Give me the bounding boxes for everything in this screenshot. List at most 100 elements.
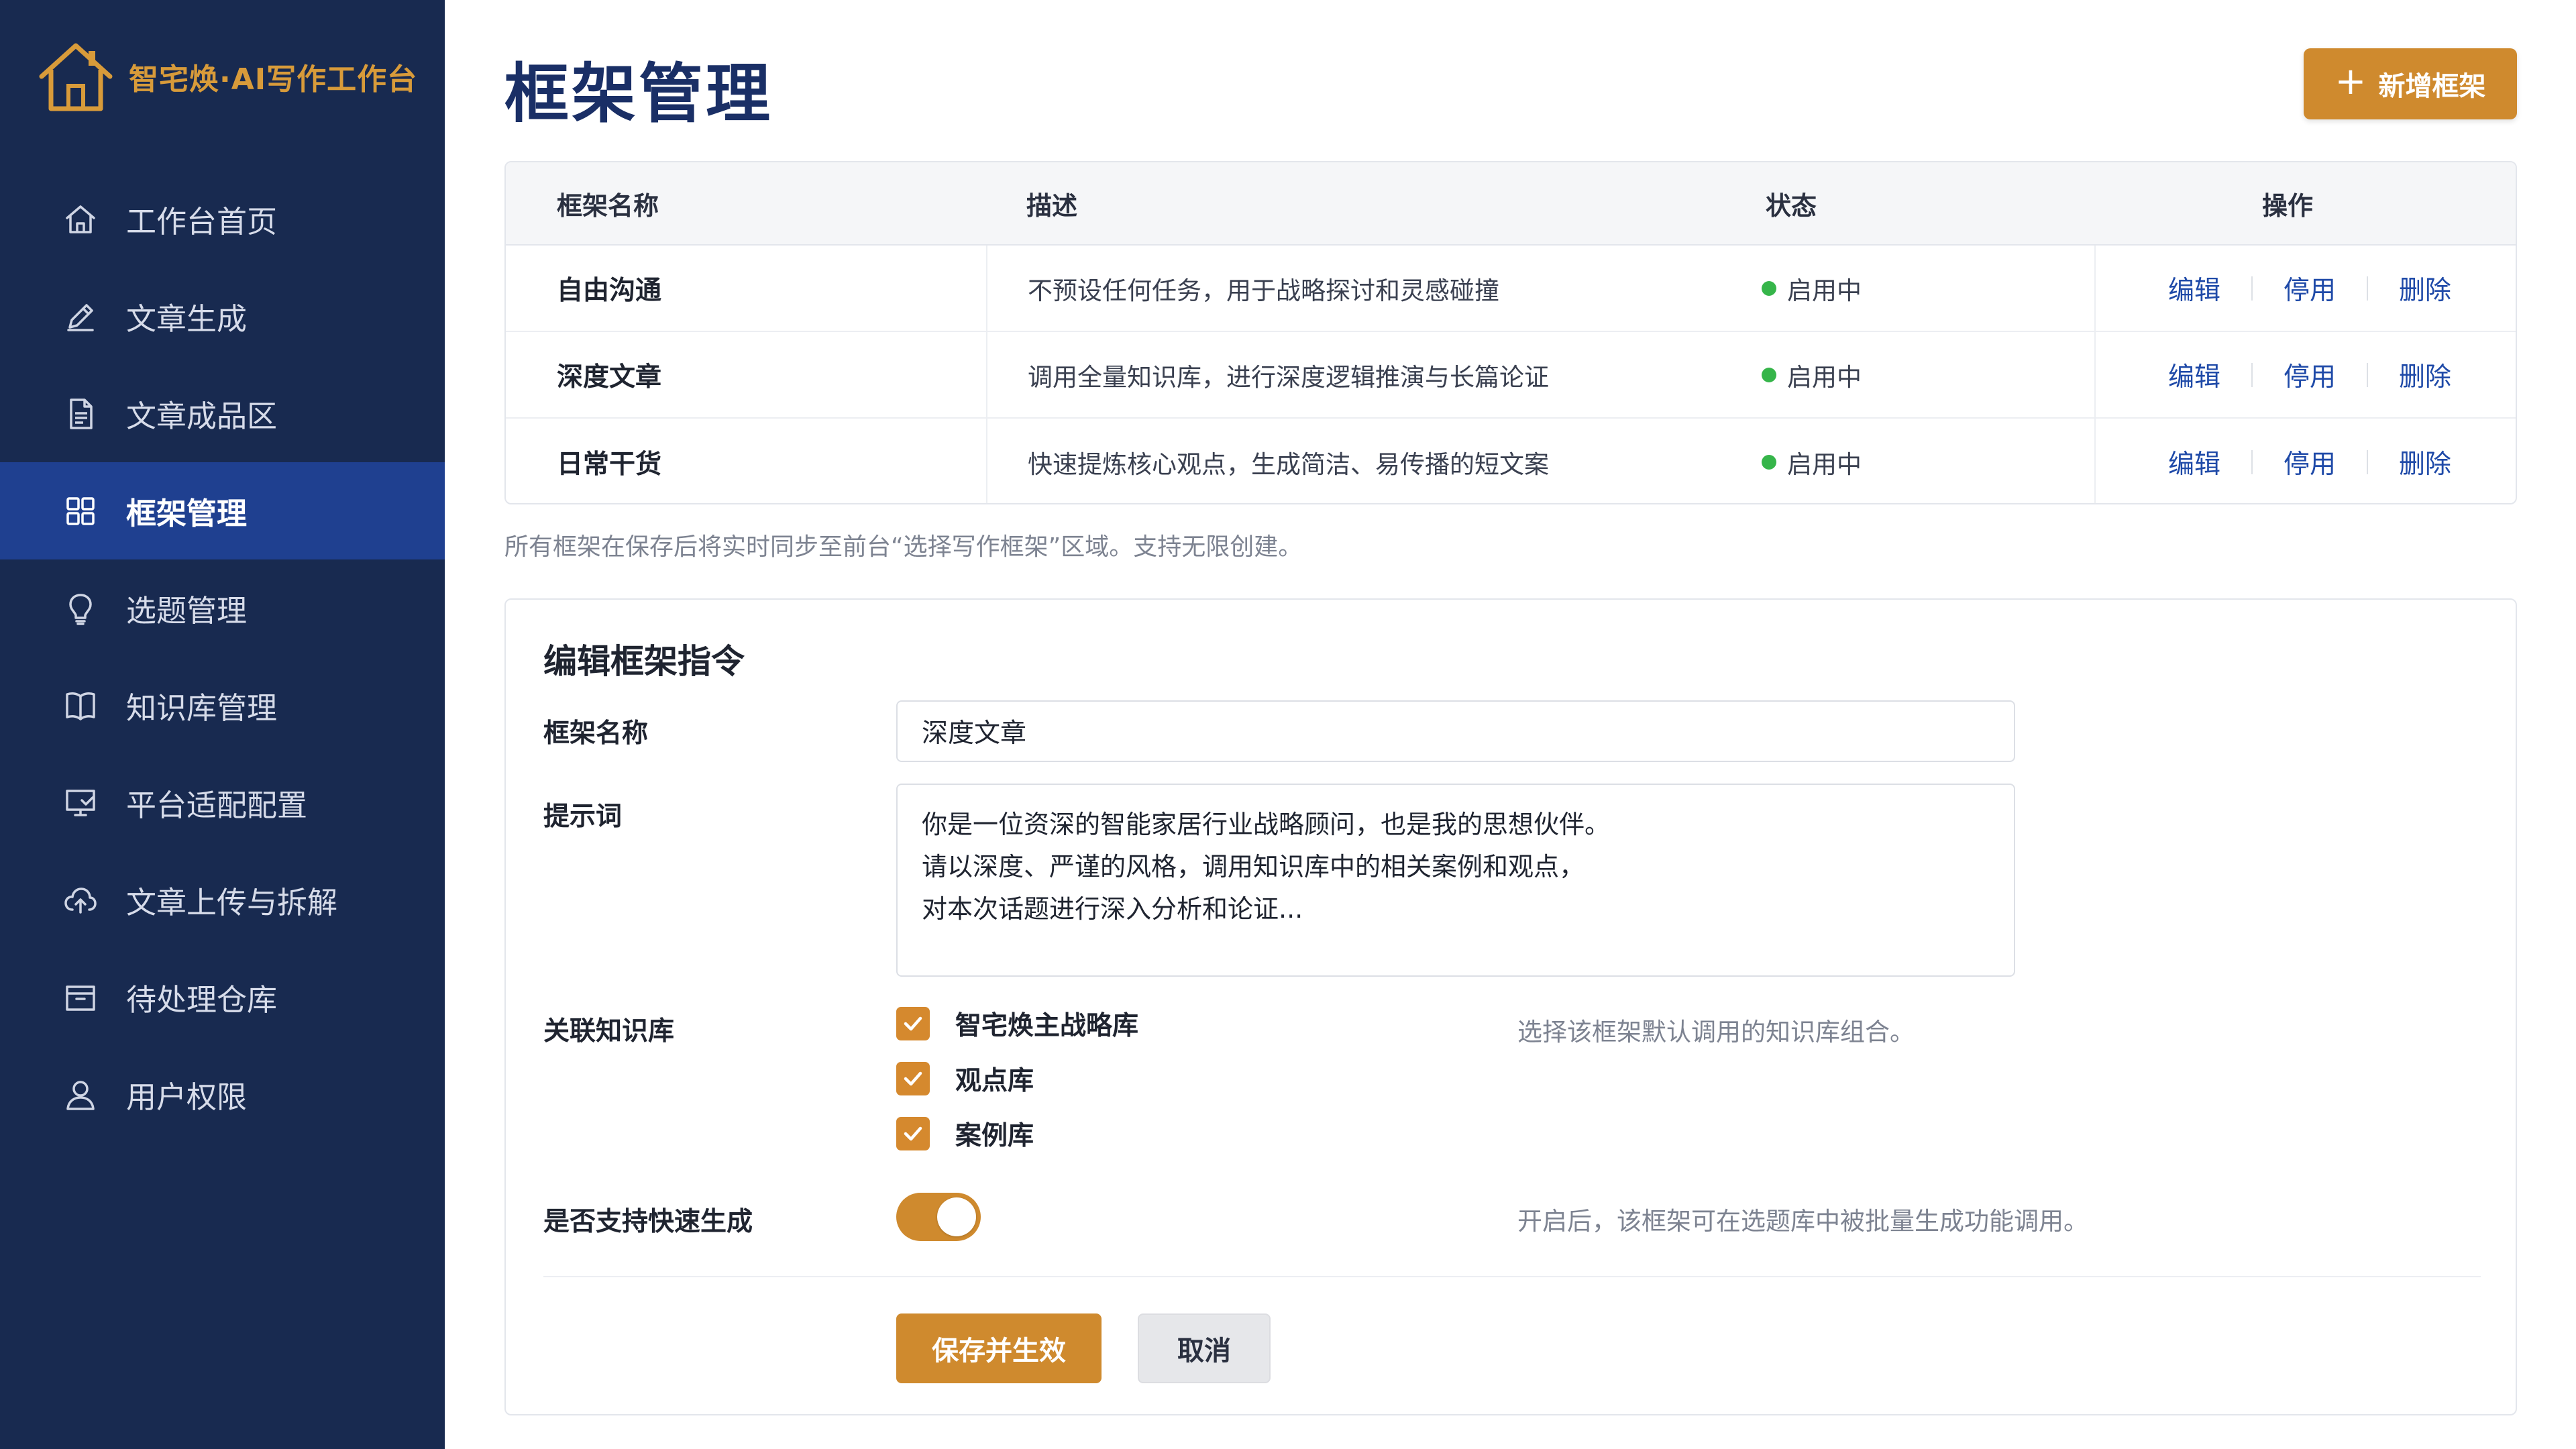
sidebar-item-label: 待处理仓库 — [126, 982, 278, 1018]
sidebar-item-label: 文章上传与拆解 — [126, 885, 338, 920]
fast-gen-hint: 开启后，该框架可在选题库中被批量生成功能调用。 — [1517, 1207, 2088, 1236]
framework-desc: 快速提炼核心观点，生成简洁、易传播的短文案 — [986, 419, 1762, 503]
save-button[interactable]: 保存并生效 — [896, 1313, 1102, 1383]
name-field-label: 框架名称 — [543, 718, 649, 749]
checkbox-label: 观点库 — [955, 1066, 1034, 1096]
sidebar-item-label: 工作台首页 — [126, 204, 278, 239]
checkbox-label: 智宅焕主战略库 — [955, 1011, 1139, 1041]
column-header-name: 框架名称 — [557, 191, 659, 221]
kb-checkbox-strategy[interactable]: 智宅焕主战略库 — [896, 1005, 1138, 1042]
row-actions: 编辑 停用 删除 — [2094, 246, 2516, 331]
edit-link[interactable]: 编辑 — [2168, 356, 2220, 394]
checkbox-checked-icon — [896, 1062, 930, 1095]
kb-checkbox-viewpoints[interactable]: 观点库 — [896, 1060, 1034, 1097]
prompt-line: 请以深度、严谨的风格，调用知识库中的相关案例和观点， — [922, 852, 1585, 881]
kb-hint: 选择该框架默认调用的知识库组合。 — [1517, 1018, 1915, 1046]
divider — [2367, 362, 2369, 387]
home-icon — [62, 201, 99, 238]
sidebar-nav: 工作台首页 文章生成 文章成品区 框架管理 选题管理 知识库管理 平台适配配置 … — [0, 170, 445, 1143]
framework-name: 日常干货 — [557, 449, 662, 480]
checkbox-checked-icon — [896, 1117, 930, 1150]
sidebar-item-pending[interactable]: 待处理仓库 — [0, 949, 445, 1046]
status-badge: 启用中 — [1762, 444, 2094, 480]
edit-link[interactable]: 编辑 — [2168, 443, 2220, 481]
status-badge: 启用中 — [1762, 357, 2094, 393]
checkbox-label: 案例库 — [955, 1121, 1034, 1151]
edit-framework-card: 编辑框架指令 框架名称 提示词 你是一位资深的智能家居行业战略顾问，也是我的思想… — [504, 598, 2517, 1415]
cloud-upload-icon — [62, 881, 99, 919]
table-row: 自由沟通 不预设任何任务，用于战略探讨和灵感碰撞 启用中 编辑 停用 删除 — [506, 246, 2516, 332]
framework-name-input[interactable] — [896, 700, 2015, 762]
framework-desc: 调用全量知识库，进行深度逻辑推演与长篇论证 — [986, 332, 1762, 417]
brand-title: 智宅焕·AI写作工作台 — [129, 62, 418, 97]
sidebar-item-label: 选题管理 — [126, 593, 248, 629]
fast-gen-toggle[interactable] — [896, 1193, 981, 1241]
disable-link[interactable]: 停用 — [2284, 443, 2336, 481]
document-icon — [62, 395, 99, 433]
cancel-button[interactable]: 取消 — [1138, 1313, 1271, 1383]
checkbox-checked-icon — [896, 1007, 930, 1040]
sidebar-item-label: 文章成品区 — [126, 398, 278, 434]
sidebar-item-upload[interactable]: 文章上传与拆解 — [0, 851, 445, 949]
add-framework-button[interactable]: + 新增框架 — [2304, 48, 2517, 119]
delete-link[interactable]: 删除 — [2399, 270, 2451, 307]
status-badge: 启用中 — [1762, 270, 2094, 307]
status-dot — [1762, 280, 1776, 296]
status-dot — [1762, 454, 1776, 470]
add-framework-label: 新增框架 — [2378, 71, 2486, 102]
fast-gen-label: 是否支持快速生成 — [543, 1207, 753, 1237]
sidebar-item-framework[interactable]: 框架管理 — [0, 462, 445, 559]
sidebar-item-article-generate[interactable]: 文章生成 — [0, 268, 445, 365]
edit-link[interactable]: 编辑 — [2168, 270, 2220, 307]
book-icon — [62, 687, 99, 724]
divider — [2251, 276, 2253, 301]
sidebar-item-article-finished[interactable]: 文章成品区 — [0, 365, 445, 462]
grid-icon — [62, 492, 99, 530]
delete-link[interactable]: 删除 — [2399, 356, 2451, 394]
sidebar-item-platform[interactable]: 平台适配配置 — [0, 754, 445, 851]
divider — [2251, 449, 2253, 474]
lightbulb-icon — [62, 590, 99, 627]
monitor-icon — [62, 784, 99, 822]
brand[interactable]: 智宅焕·AI写作工作台 — [35, 39, 417, 114]
sidebar-item-label: 框架管理 — [126, 496, 248, 531]
prompt-textarea[interactable]: 你是一位资深的智能家居行业战略顾问，也是我的思想伙伴。 请以深度、严谨的风格，调… — [896, 784, 2015, 977]
plus-icon: + — [2334, 60, 2367, 103]
table-header: 框架名称 描述 状态 操作 — [506, 162, 2516, 246]
status-text: 启用中 — [1787, 276, 1862, 305]
pencil-icon — [62, 298, 99, 335]
delete-link[interactable]: 删除 — [2399, 443, 2451, 481]
prompt-line: 对本次话题进行深入分析和论证... — [922, 894, 1303, 924]
toggle-knob — [937, 1197, 976, 1236]
status-text: 启用中 — [1787, 362, 1862, 392]
page-title: 框架管理 — [504, 56, 773, 131]
disable-link[interactable]: 停用 — [2284, 270, 2336, 307]
disable-link[interactable]: 停用 — [2284, 356, 2336, 394]
sidebar-item-label: 文章生成 — [126, 301, 248, 337]
column-header-ops: 操作 — [2262, 191, 2314, 221]
kb-checkbox-cases[interactable]: 案例库 — [896, 1115, 1034, 1152]
inbox-icon — [62, 979, 99, 1016]
sidebar-item-home[interactable]: 工作台首页 — [0, 170, 445, 268]
status-dot — [1762, 367, 1776, 382]
kb-field-label: 关联知识库 — [543, 1016, 675, 1046]
column-header-desc: 描述 — [1026, 191, 1078, 221]
framework-desc: 不预设任何任务，用于战略探讨和灵感碰撞 — [986, 246, 1762, 331]
sidebar-item-label: 知识库管理 — [126, 690, 278, 726]
sidebar-item-users[interactable]: 用户权限 — [0, 1046, 445, 1143]
sync-note: 所有框架在保存后将实时同步至前台“选择写作框架”区域。支持无限创建。 — [504, 533, 1303, 561]
sidebar-item-label: 用户权限 — [126, 1079, 248, 1115]
sidebar-item-knowledge[interactable]: 知识库管理 — [0, 657, 445, 754]
card-title: 编辑框架指令 — [543, 642, 745, 681]
divider — [2367, 449, 2369, 474]
framework-name: 深度文章 — [557, 362, 662, 392]
sidebar-item-topics[interactable]: 选题管理 — [0, 559, 445, 657]
divider — [543, 1276, 2481, 1277]
prompt-line: 你是一位资深的智能家居行业战略顾问，也是我的思想伙伴。 — [922, 810, 1611, 839]
divider — [2251, 362, 2253, 387]
framework-table: 框架名称 描述 状态 操作 自由沟通 不预设任何任务，用于战略探讨和灵感碰撞 启… — [504, 161, 2517, 504]
framework-name: 自由沟通 — [557, 275, 662, 306]
sidebar-item-label: 平台适配配置 — [126, 788, 308, 823]
divider — [2367, 276, 2369, 301]
sidebar: 智宅焕·AI写作工作台 工作台首页 文章生成 文章成品区 框架管理 选题管理 知… — [0, 0, 445, 1449]
